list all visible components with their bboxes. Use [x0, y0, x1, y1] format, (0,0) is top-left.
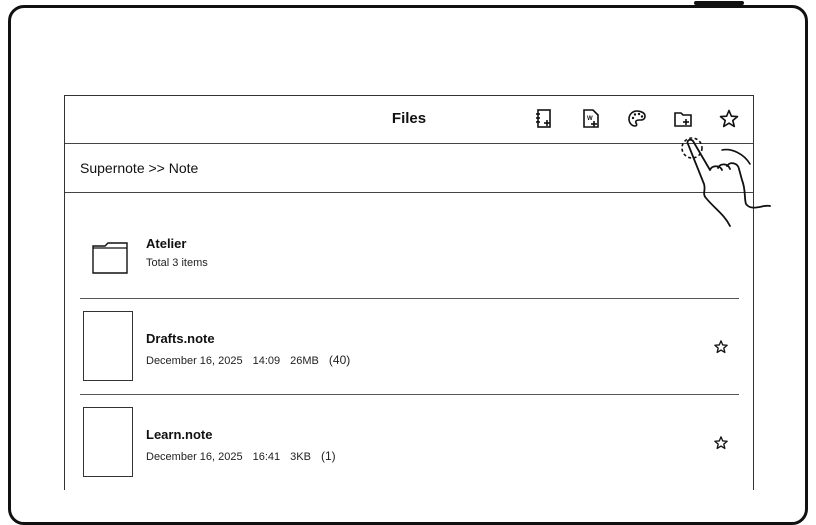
page-title: Files	[391, 110, 427, 127]
new-note-button[interactable]	[533, 108, 555, 130]
files-screen: Files W Supernote >> Note Atelier Total …	[64, 95, 754, 490]
list-item-folder[interactable]: Atelier Total 3 items	[80, 202, 739, 299]
item-size: 3KB	[290, 451, 311, 463]
breadcrumb-path[interactable]: Supernote >> Note	[80, 160, 198, 176]
favorite-star-icon[interactable]	[713, 435, 729, 451]
list-item-note[interactable]: Drafts.note December 16, 2025 14:09 26MB (4…	[80, 298, 739, 395]
star-icon	[719, 109, 739, 128]
item-time: 16:41	[252, 451, 281, 463]
new-folder-button[interactable]	[672, 108, 694, 130]
new-folder-icon	[674, 112, 692, 127]
item-pages: (40)	[328, 353, 351, 367]
list-item-note[interactable]: Learn.note December 16, 2025 16:41 3KB (1)	[80, 394, 739, 490]
folder-icon	[92, 242, 128, 274]
note-thumbnail	[83, 407, 133, 477]
palette-button[interactable]	[626, 108, 648, 130]
item-date: December 16, 2025	[146, 451, 243, 463]
breadcrumb: Supernote >> Note	[65, 144, 753, 193]
favorites-button[interactable]	[718, 108, 740, 130]
svg-text:W: W	[587, 116, 593, 122]
note-thumbnail	[83, 311, 133, 381]
item-meta: December 16, 2025 14:09 26MB (40)	[146, 353, 360, 367]
tap-hand-icon	[681, 137, 771, 227]
new-note-icon	[536, 109, 551, 128]
item-name: Drafts.note	[146, 331, 215, 346]
new-document-button[interactable]: W	[580, 108, 602, 130]
power-button	[694, 1, 744, 5]
item-name: Atelier	[146, 236, 187, 251]
new-document-icon: W	[583, 109, 599, 128]
item-date: December 16, 2025	[146, 355, 243, 367]
item-time: 14:09	[252, 355, 281, 367]
item-size: 26MB	[290, 355, 319, 367]
favorite-star-icon[interactable]	[713, 339, 729, 355]
palette-icon	[628, 110, 646, 127]
item-name: Learn.note	[146, 427, 213, 442]
item-pages: (1)	[320, 449, 336, 463]
item-meta: Total 3 items	[146, 257, 208, 269]
title-bar: Files W	[65, 96, 753, 144]
item-meta: December 16, 2025 16:41 3KB (1)	[146, 449, 346, 463]
